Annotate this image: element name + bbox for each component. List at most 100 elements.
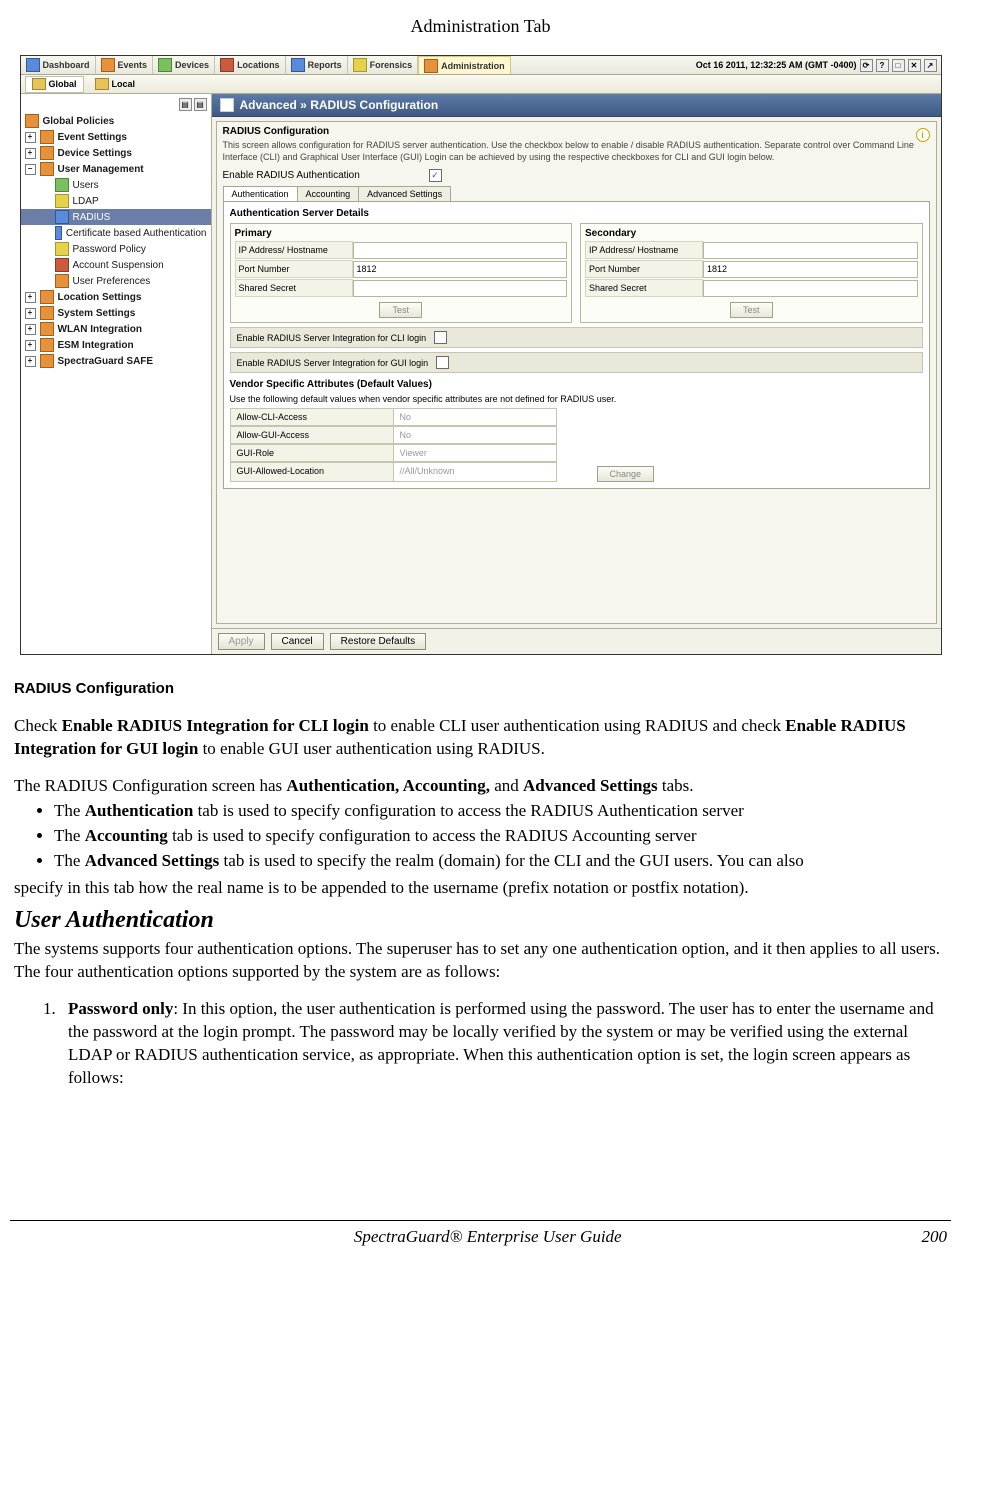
expand-icon[interactable]: + [25, 356, 36, 367]
sidebar-tool-icon[interactable]: ▤ [179, 98, 192, 111]
collapse-icon[interactable]: − [25, 164, 36, 175]
tree-label: LDAP [73, 196, 99, 207]
ldap-icon [55, 194, 69, 208]
scope-local[interactable]: Local [88, 76, 143, 93]
vendor-cli-label: Allow-CLI-Access [230, 408, 394, 426]
primary-test-button[interactable]: Test [379, 302, 422, 318]
tree-system-settings[interactable]: +System Settings [21, 305, 211, 321]
vendor-gui-value[interactable]: No [394, 426, 557, 444]
toolbar-icon[interactable]: ↗ [924, 59, 937, 72]
tree-spectraguard-safe[interactable]: +SpectraGuard SAFE [21, 353, 211, 369]
sidebar: ▤ ▤ Global Policies + Event Settings +Dev… [21, 94, 212, 654]
tree-device-settings[interactable]: +Device Settings [21, 145, 211, 161]
vendor-title: Vendor Specific Attributes (Default Valu… [230, 379, 923, 390]
tree-label: Event Settings [58, 132, 127, 143]
gui-integration-label: Enable RADIUS Server Integration for GUI… [237, 358, 429, 368]
tree-user-prefs[interactable]: User Preferences [21, 273, 211, 289]
vendor-loc-value: //All/Unknown [394, 462, 557, 482]
footer-page-number: 200 [921, 1227, 947, 1247]
policy-icon [25, 114, 39, 128]
vendor-role-value[interactable]: Viewer [394, 444, 557, 462]
vendor-cli-value[interactable]: No [394, 408, 557, 426]
tree-ldap[interactable]: LDAP [21, 193, 211, 209]
suspend-icon [55, 258, 69, 272]
enable-auth-label: Enable RADIUS Authentication [223, 170, 423, 181]
cert-icon [55, 226, 62, 240]
folder-icon [40, 306, 54, 320]
tab-forensics[interactable]: Forensics [348, 56, 419, 74]
tab-events[interactable]: Events [96, 56, 154, 74]
vendor-role-label: GUI-Role [230, 444, 394, 462]
restore-defaults-button[interactable]: Restore Defaults [330, 633, 426, 650]
datetime-display: Oct 16 2011, 12:32:25 AM (GMT -0400) ⟳ ?… [692, 56, 941, 74]
enable-auth-checkbox[interactable]: ✓ [429, 169, 442, 182]
primary-title: Primary [235, 228, 568, 239]
inner-tab-authentication[interactable]: Authentication [223, 186, 298, 201]
change-button[interactable]: Change [597, 466, 655, 482]
users-icon [55, 178, 69, 192]
primary-port-input[interactable] [353, 261, 568, 278]
tree-users[interactable]: Users [21, 177, 211, 193]
primary-ip-input[interactable] [353, 242, 568, 259]
expand-icon[interactable]: + [25, 292, 36, 303]
inner-tab-accounting[interactable]: Accounting [297, 186, 360, 201]
inner-tab-advanced[interactable]: Advanced Settings [358, 186, 451, 201]
secondary-test-button[interactable]: Test [730, 302, 773, 318]
info-icon[interactable]: i [916, 128, 930, 142]
tree-location-settings[interactable]: +Location Settings [21, 289, 211, 305]
scope-label: Local [112, 79, 136, 89]
secondary-secret-input[interactable] [703, 280, 918, 297]
list-item: The Advanced Settings tab is used to spe… [54, 850, 947, 873]
tree-acct-susp[interactable]: Account Suspension [21, 257, 211, 273]
tab-devices[interactable]: Devices [153, 56, 215, 74]
gui-integration-checkbox[interactable] [436, 356, 449, 369]
key-icon [55, 242, 69, 256]
apply-button[interactable]: Apply [218, 633, 265, 650]
tree-pw-policy[interactable]: Password Policy [21, 241, 211, 257]
paragraph: The RADIUS Configuration screen has Auth… [14, 775, 947, 798]
cancel-button[interactable]: Cancel [271, 633, 324, 650]
sidebar-tool-icon[interactable]: ▤ [194, 98, 207, 111]
folder-icon [95, 78, 109, 90]
cli-integration-checkbox[interactable] [434, 331, 447, 344]
tree-label: Password Policy [73, 244, 146, 255]
folder-icon [40, 130, 54, 144]
primary-secret-label: Shared Secret [235, 279, 353, 297]
secondary-title: Secondary [585, 228, 918, 239]
tree-user-management[interactable]: − User Management [21, 161, 211, 177]
top-tab-bar: Dashboard Events Devices Locations Repor… [21, 56, 941, 75]
tree-wlan-integration[interactable]: + WLAN Integration [21, 321, 211, 337]
primary-port-label: Port Number [235, 260, 353, 278]
tree-label: Certificate based Authentication [66, 228, 207, 239]
panel-description: This screen allows configuration for RAD… [223, 139, 930, 163]
primary-secret-input[interactable] [353, 280, 568, 297]
expand-icon[interactable]: + [25, 308, 36, 319]
tab-dashboard[interactable]: Dashboard [21, 56, 96, 74]
toolbar-icon[interactable]: ✕ [908, 59, 921, 72]
tree-esm-integration[interactable]: +ESM Integration [21, 337, 211, 353]
tree-label: User Management [58, 164, 144, 175]
tab-administration[interactable]: Administration [418, 56, 511, 74]
tree-radius[interactable]: RADIUS [21, 209, 211, 225]
vendor-desc: Use the following default values when ve… [230, 394, 923, 404]
tree-label: WLAN Integration [58, 324, 142, 335]
secondary-port-input[interactable] [703, 261, 918, 278]
toolbar-icon[interactable]: ? [876, 59, 889, 72]
expand-icon[interactable]: + [25, 148, 36, 159]
inner-pane: Authentication Server Details Primary IP… [223, 201, 930, 489]
bottom-bar: Apply Cancel Restore Defaults [212, 628, 941, 654]
scope-global[interactable]: Global [25, 76, 84, 93]
vendor-loc-label: GUI-Allowed-Location [230, 462, 394, 482]
secondary-ip-input[interactable] [703, 242, 918, 259]
tree-global-policies[interactable]: Global Policies [21, 113, 211, 129]
gui-integration-row: Enable RADIUS Server Integration for GUI… [230, 352, 923, 373]
expand-icon[interactable]: + [25, 132, 36, 143]
tab-locations[interactable]: Locations [215, 56, 286, 74]
tab-reports[interactable]: Reports [286, 56, 348, 74]
expand-icon[interactable]: + [25, 324, 36, 335]
tree-cert-auth[interactable]: Certificate based Authentication [21, 225, 211, 241]
toolbar-icon[interactable]: ⟳ [860, 59, 873, 72]
toolbar-icon[interactable]: □ [892, 59, 905, 72]
expand-icon[interactable]: + [25, 340, 36, 351]
tree-event-settings[interactable]: + Event Settings [21, 129, 211, 145]
